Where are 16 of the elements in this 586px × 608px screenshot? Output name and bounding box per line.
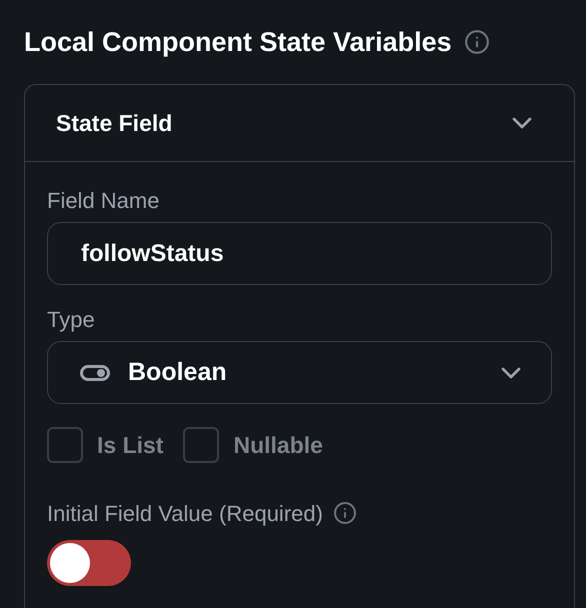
- type-dropdown[interactable]: Boolean: [47, 341, 552, 404]
- toggle-knob: [50, 543, 90, 583]
- checkbox-label: Nullable: [233, 430, 323, 460]
- field-label: Field Name: [47, 187, 160, 212]
- field-name-input[interactable]: followStatus: [47, 222, 552, 285]
- card-header[interactable]: State Field: [25, 85, 574, 162]
- checkbox[interactable]: [47, 427, 83, 463]
- info-icon[interactable]: [332, 501, 357, 525]
- section-title: Local Component State Variables: [24, 26, 452, 59]
- checkbox[interactable]: [183, 427, 220, 463]
- checkbox-label: Is List: [97, 430, 164, 460]
- field-label: Initial Field Value (Required): [47, 500, 323, 528]
- info-icon[interactable]: [464, 29, 490, 55]
- toggle-switch[interactable]: [47, 540, 131, 586]
- toggle-icon: [80, 364, 110, 380]
- field-label: Type: [47, 306, 96, 331]
